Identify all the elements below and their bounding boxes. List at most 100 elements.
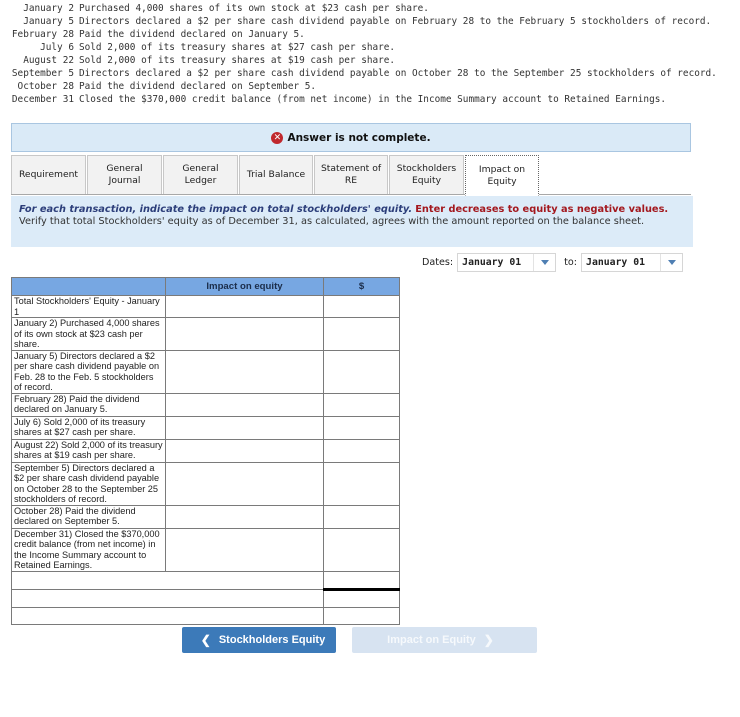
total-label-input[interactable] [11,606,324,625]
amount-input[interactable] [323,349,400,394]
transaction-date: October 28 [17,81,74,92]
transaction-date: September 5 [11,68,74,79]
tab-statement-of-re[interactable]: Statement of RE [314,155,388,194]
instructions-body: Verify that total Stockholders' equity a… [19,216,645,227]
table-row: January 5) Directors declared a $2 per s… [11,349,400,394]
transaction-text: Sold 2,000 of its treasury shares at $19… [79,55,396,66]
impact-input[interactable] [165,295,324,318]
transactions-list: January 2 Purchased 4,000 shares of its o… [0,0,740,106]
transaction-text: Sold 2,000 of its treasury shares at $27… [79,42,396,53]
table-row: Total Stockholders' Equity - January 1 [11,295,400,318]
answer-status-text: Answer is not complete. [287,131,431,144]
transaction-row: September 5 Directors declared a $2 per s… [0,67,740,80]
impact-input[interactable] [165,415,324,440]
instructions-warning: Enter decreases to equity as negative va… [415,204,669,215]
table-row: October 28) Paid the dividend declared o… [11,504,400,529]
total-amount-input[interactable] [323,570,400,590]
total-label-input[interactable] [11,588,324,608]
row-label: December 31) Closed the $370,000 credit … [11,527,166,572]
tab-label: Stockholders Equity [396,163,457,186]
transaction-text: Closed the $370,000 credit balance (from… [79,94,666,105]
table-header-row: Impact on equity $ [11,277,400,296]
tab-requirement[interactable]: Requirement [11,155,86,194]
next-tab-button[interactable]: Impact on Equity ❯ [352,627,537,653]
transaction-date: February 28 [11,29,74,40]
table-row: September 5) Directors declared a $2 per… [11,461,400,506]
to-date-value: January 01 [586,257,646,268]
impact-input[interactable] [165,317,324,351]
transaction-row: July 6 Sold 2,000 of its treasury shares … [0,41,740,54]
table-row: January 2) Purchased 4,000 shares of its… [11,317,400,351]
row-label: January 5) Directors declared a $2 per s… [11,349,166,394]
tab-stockholders-equity[interactable]: Stockholders Equity [389,155,464,194]
impact-input[interactable] [165,527,324,572]
impact-input[interactable] [165,392,324,417]
chevron-right-icon: ❯ [483,633,494,647]
previous-tab-button[interactable]: ❮ Stockholders Equity [182,627,336,653]
instructions: For each transaction, indicate the impac… [11,196,693,247]
amount-input[interactable] [323,415,400,440]
impact-input[interactable] [165,504,324,529]
header-impact: Impact on equity [165,277,324,296]
tab-general-ledger[interactable]: General Ledger [163,155,238,194]
transaction-date: December 31 [11,94,74,105]
tab-trial-balance[interactable]: Trial Balance [239,155,313,194]
amount-input[interactable] [323,295,400,318]
next-tab-label: Impact on Equity [387,634,476,646]
tab-general-journal[interactable]: General Journal [87,155,162,194]
transaction-text: Paid the dividend declared on September … [79,81,317,92]
row-label: September 5) Directors declared a $2 per… [11,461,166,506]
from-date-select[interactable]: January 01 [457,253,557,272]
transaction-row: October 28 Paid the dividend declared on … [0,80,740,93]
header-amount: $ [323,277,400,296]
row-label: July 6) Sold 2,000 of its treasury share… [11,415,166,440]
total-row [11,587,400,608]
tab-label: Statement of RE [320,163,382,186]
tab-label: General Ledger [182,163,219,186]
transaction-text: Directors declared a $2 per share cash d… [79,68,717,79]
amount-input[interactable] [323,527,400,572]
amount-input[interactable] [323,461,400,506]
requirement-tabs: Requirement General Journal General Ledg… [11,155,691,196]
from-date-value: January 01 [462,257,522,268]
transaction-date: January 2 [23,3,74,14]
table-row: August 22) Sold 2,000 of its treasury sh… [11,438,400,463]
transaction-text: Directors declared a $2 per share cash d… [79,16,712,27]
tab-impact-on-equity[interactable]: Impact on Equity [465,155,539,196]
impact-on-equity-table: Impact on equity $ Total Stockholders' E… [11,277,400,625]
impact-input[interactable] [165,461,324,506]
to-date-select[interactable]: January 01 [581,253,684,272]
tab-label: Impact on Equity [478,163,526,187]
amount-input[interactable] [323,317,400,351]
impact-input[interactable] [165,349,324,394]
total-row [11,606,400,625]
previous-tab-label: Stockholders Equity [218,634,326,646]
amount-input[interactable] [323,504,400,529]
row-label: January 2) Purchased 4,000 shares of its… [11,317,166,351]
row-label: August 22) Sold 2,000 of its treasury sh… [11,438,166,463]
date-range-selector: Dates: January 01 to: January 01 [422,253,684,272]
transaction-date: July 6 [40,42,74,53]
transaction-date: January 5 [23,16,74,27]
total-row [11,570,400,590]
table-row: July 6) Sold 2,000 of its treasury share… [11,415,400,440]
amount-input[interactable] [323,438,400,463]
chevron-down-icon[interactable] [660,254,682,271]
row-label: October 28) Paid the dividend declared o… [11,504,166,529]
dates-label: Dates: [422,257,454,268]
total-amount-input[interactable] [323,606,400,625]
total-amount-input[interactable] [323,587,400,608]
chevron-down-icon[interactable] [533,254,555,271]
header-description [11,277,166,296]
row-label: Total Stockholders' Equity - January 1 [11,295,166,318]
table-row: December 31) Closed the $370,000 credit … [11,527,400,572]
table-row: February 28) Paid the dividend declared … [11,392,400,417]
impact-input[interactable] [165,438,324,463]
amount-input[interactable] [323,392,400,417]
tabs-divider [11,194,691,195]
to-label: to: [564,257,578,268]
total-label-input[interactable] [11,570,324,590]
answer-status-banner: ✕ Answer is not complete. [11,123,691,152]
transaction-text: Paid the dividend declared on January 5. [79,29,305,40]
transaction-row: February 28 Paid the dividend declared on… [0,28,740,41]
